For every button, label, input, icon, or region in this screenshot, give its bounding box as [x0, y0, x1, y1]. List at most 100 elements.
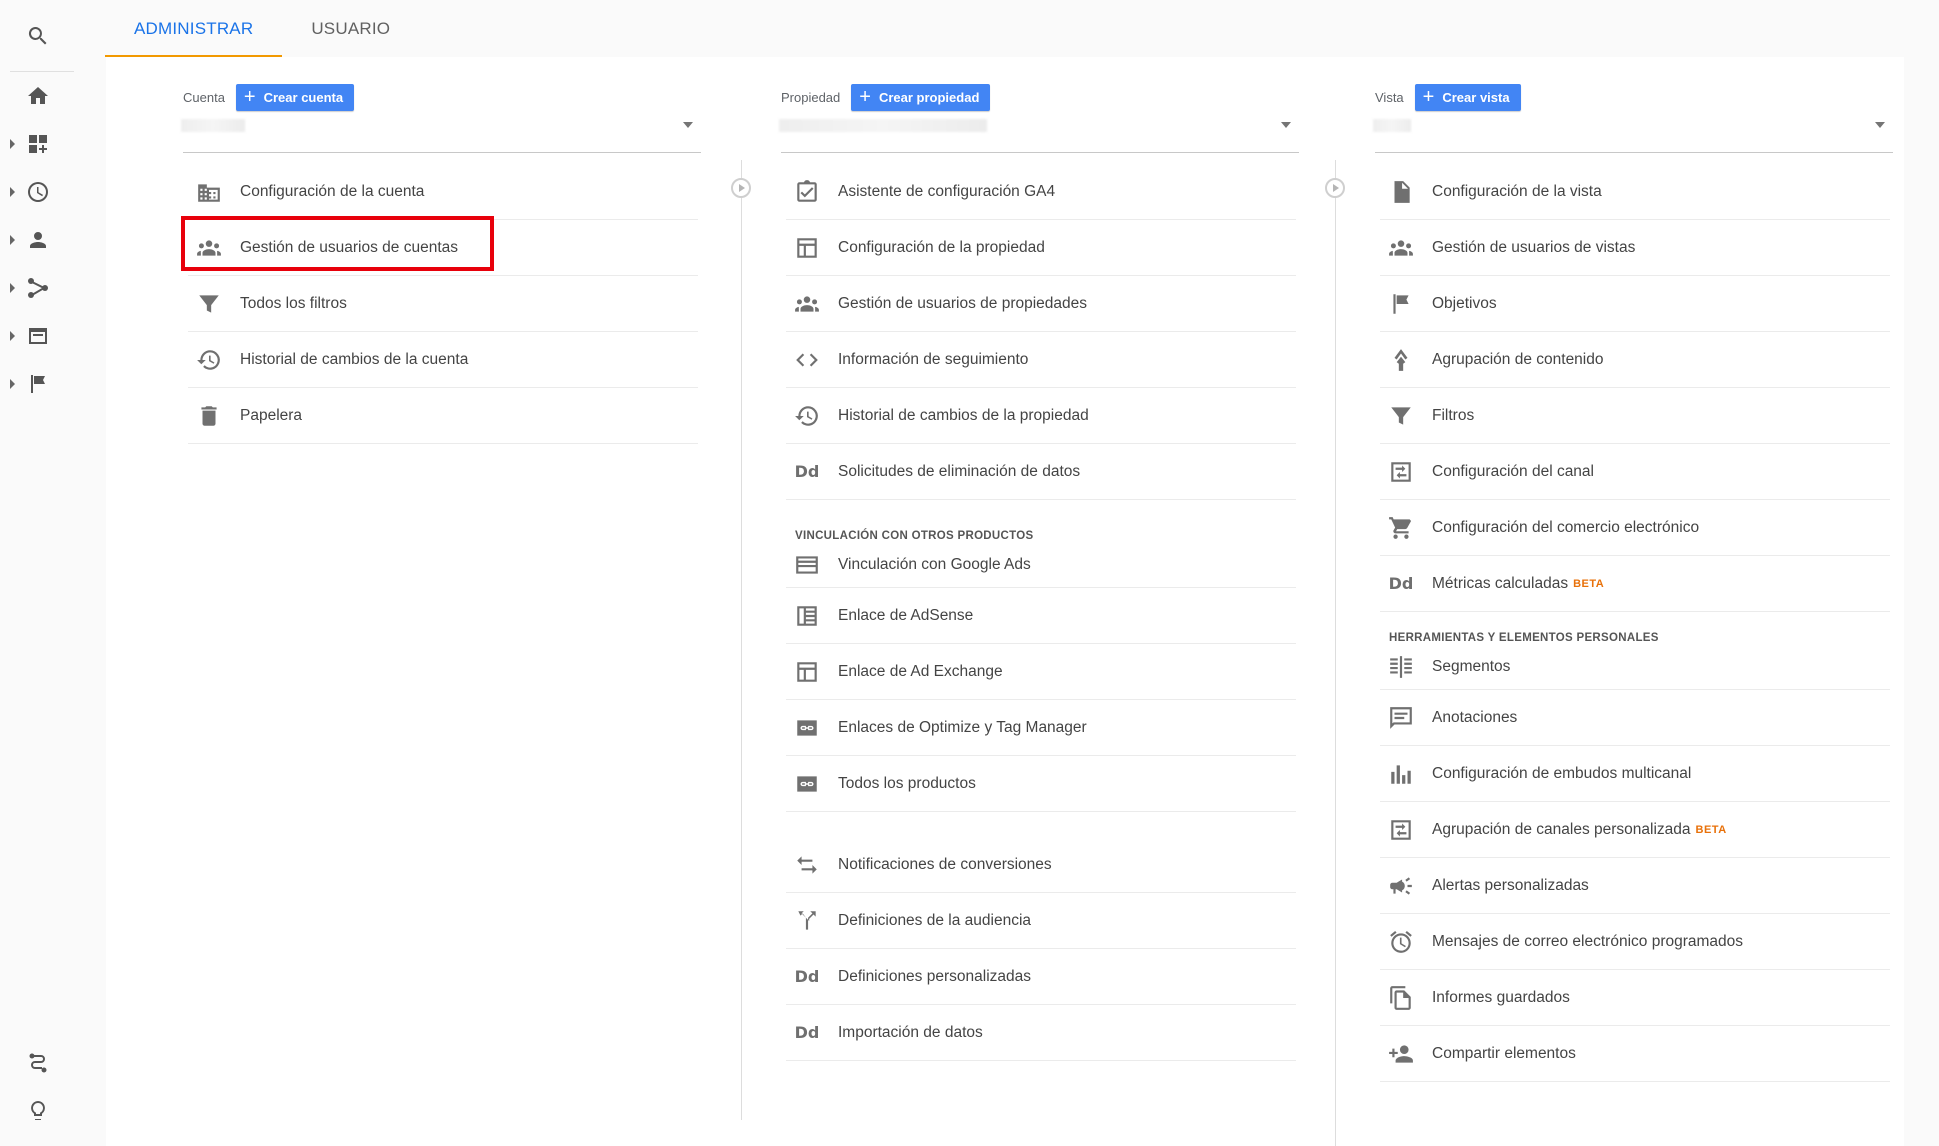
menu-item[interactable]: Definiciones de la audiencia	[786, 893, 1296, 949]
rail-divider	[10, 71, 74, 72]
menu-item[interactable]: Informes guardados	[1380, 970, 1890, 1026]
menu-item[interactable]: Configuración de embudos multicanal	[1380, 746, 1890, 802]
person-add-icon	[1386, 1039, 1416, 1069]
menu-item-label: Historial de cambios de la cuenta	[240, 350, 469, 368]
account-label: Cuenta	[183, 89, 225, 105]
menu-item[interactable]: Alertas personalizadas	[1380, 858, 1890, 914]
menu-item[interactable]: Asistente de configuración GA4	[786, 164, 1296, 220]
menu-item-label: Enlace de AdSense	[838, 606, 974, 624]
column-divider	[741, 160, 742, 1120]
menu-item[interactable]: Agrupación de contenido	[1380, 332, 1890, 388]
admin-tabs: ADMINISTRAR USUARIO	[105, 0, 419, 57]
menu-item[interactable]: Información de seguimiento	[786, 332, 1296, 388]
filter-icon	[194, 289, 224, 319]
home-icon[interactable]	[0, 74, 76, 118]
checklist-icon	[792, 177, 822, 207]
channel-icon	[1386, 815, 1416, 845]
menu-item[interactable]: Segmentos	[1380, 644, 1890, 690]
menu-item[interactable]: Papelera	[188, 388, 698, 444]
create-account-button[interactable]: + Crear cuenta	[235, 83, 355, 111]
adsense-icon	[792, 601, 822, 631]
ads-icon	[792, 550, 822, 580]
menu-item[interactable]: Todos los productos	[786, 756, 1296, 812]
chevron-down-icon[interactable]	[1281, 122, 1291, 128]
doc-icon	[1386, 177, 1416, 207]
megaphone-icon	[1386, 871, 1416, 901]
menu-item-label: Información de seguimiento	[838, 350, 1029, 368]
menu-item[interactable]: Dd Métricas calculadas BETA	[1380, 556, 1890, 612]
tab-administrar[interactable]: ADMINISTRAR	[105, 0, 283, 57]
attribution-icon[interactable]	[0, 1041, 76, 1085]
account-name-redacted	[181, 119, 245, 132]
menu-item[interactable]: Anotaciones	[1380, 690, 1890, 746]
menu-item[interactable]: Dd Solicitudes de eliminación de datos	[786, 444, 1296, 500]
search-icon[interactable]	[0, 14, 76, 58]
menu-item[interactable]: Filtros	[1380, 388, 1890, 444]
tab-usuario[interactable]: USUARIO	[282, 0, 419, 57]
menu-item[interactable]: Configuración del comercio electrónico	[1380, 500, 1890, 556]
discover-icon[interactable]	[0, 1089, 76, 1133]
menu-item-label: Notificaciones de conversiones	[838, 855, 1052, 873]
view-selector[interactable]	[1375, 120, 1893, 153]
menu-item[interactable]: Gestión de usuarios de cuentas	[188, 220, 698, 276]
menu-item[interactable]: Historial de cambios de la propiedad	[786, 388, 1296, 444]
customization-icon[interactable]	[0, 122, 76, 166]
menu-item-label: Gestión de usuarios de propiedades	[838, 294, 1088, 312]
menu-item[interactable]: Enlace de AdSense	[786, 588, 1296, 644]
chevron-down-icon[interactable]	[683, 122, 693, 128]
menu-item[interactable]: Todos los filtros	[188, 276, 698, 332]
layout-icon	[792, 233, 822, 263]
plus-icon: +	[243, 86, 256, 108]
menu-item[interactable]: Mensajes de correo electrónico programad…	[1380, 914, 1890, 970]
menu-item[interactable]: Objetivos	[1380, 276, 1890, 332]
menu-item[interactable]: Compartir elementos	[1380, 1026, 1890, 1082]
conversions-icon[interactable]	[0, 362, 76, 406]
property-name-redacted	[779, 119, 987, 132]
history-icon	[792, 401, 822, 431]
menu-item[interactable]: Gestión de usuarios de vistas	[1380, 220, 1890, 276]
property-label: Propiedad	[781, 89, 841, 105]
menu-item[interactable]: Agrupación de canales personalizada BETA	[1380, 802, 1890, 858]
swap-icon	[792, 850, 822, 880]
menu-item[interactable]: Enlaces de Optimize y Tag Manager	[786, 700, 1296, 756]
beta-badge: BETA	[1695, 823, 1727, 836]
building-icon	[194, 177, 224, 207]
menu-item[interactable]: Configuración de la cuenta	[188, 164, 698, 220]
flag-icon	[1386, 289, 1416, 319]
menu-item-label: Definiciones personalizadas	[838, 967, 1032, 985]
menu-item[interactable]: Historial de cambios de la cuenta	[188, 332, 698, 388]
realtime-icon[interactable]	[0, 170, 76, 214]
link-icon	[792, 713, 822, 743]
menu-item[interactable]: Dd Definiciones personalizadas	[786, 949, 1296, 1005]
acquisition-icon[interactable]	[0, 266, 76, 310]
plus-icon: +	[859, 86, 871, 108]
menu-item[interactable]: Configuración de la vista	[1380, 164, 1890, 220]
menu-item-label: Anotaciones	[1432, 708, 1518, 726]
chevron-down-icon[interactable]	[1875, 122, 1885, 128]
menu-item[interactable]: Configuración del canal	[1380, 444, 1890, 500]
audience-icon[interactable]	[0, 218, 76, 262]
menu-item[interactable]: Vinculación con Google Ads	[786, 542, 1296, 588]
menu-item[interactable]: Enlace de Ad Exchange	[786, 644, 1296, 700]
left-nav-rail	[0, 0, 76, 1146]
menu-item[interactable]: Gestión de usuarios de propiedades	[786, 276, 1296, 332]
admin-panel: Cuenta + Crear cuenta Configuración de l…	[106, 57, 1904, 1146]
view-label: Vista	[1375, 89, 1404, 105]
account-selector[interactable]	[183, 120, 701, 153]
menu-item[interactable]: Configuración de la propiedad	[786, 220, 1296, 276]
behavior-icon[interactable]	[0, 314, 76, 358]
create-account-label: Crear cuenta	[263, 89, 344, 105]
menu-item-label: Todos los filtros	[240, 294, 347, 312]
menu-item-label: Segmentos	[1432, 657, 1511, 675]
create-view-button[interactable]: + Crear vista	[1414, 83, 1521, 111]
menu-item-label: Configuración de embudos multicanal	[1432, 764, 1692, 782]
menu-item-label: Compartir elementos	[1432, 1044, 1576, 1062]
alarm-icon	[1386, 927, 1416, 957]
menu-item[interactable]: Dd Importación de datos	[786, 1005, 1296, 1061]
menu-item-label: Métricas calculadas	[1432, 574, 1569, 592]
menu-item[interactable]: Notificaciones de conversiones	[786, 837, 1296, 893]
create-property-button[interactable]: + Crear propiedad	[851, 83, 991, 111]
arrow-right-circle-icon	[1325, 178, 1345, 198]
menu-item-label: Importación de datos	[838, 1023, 983, 1041]
